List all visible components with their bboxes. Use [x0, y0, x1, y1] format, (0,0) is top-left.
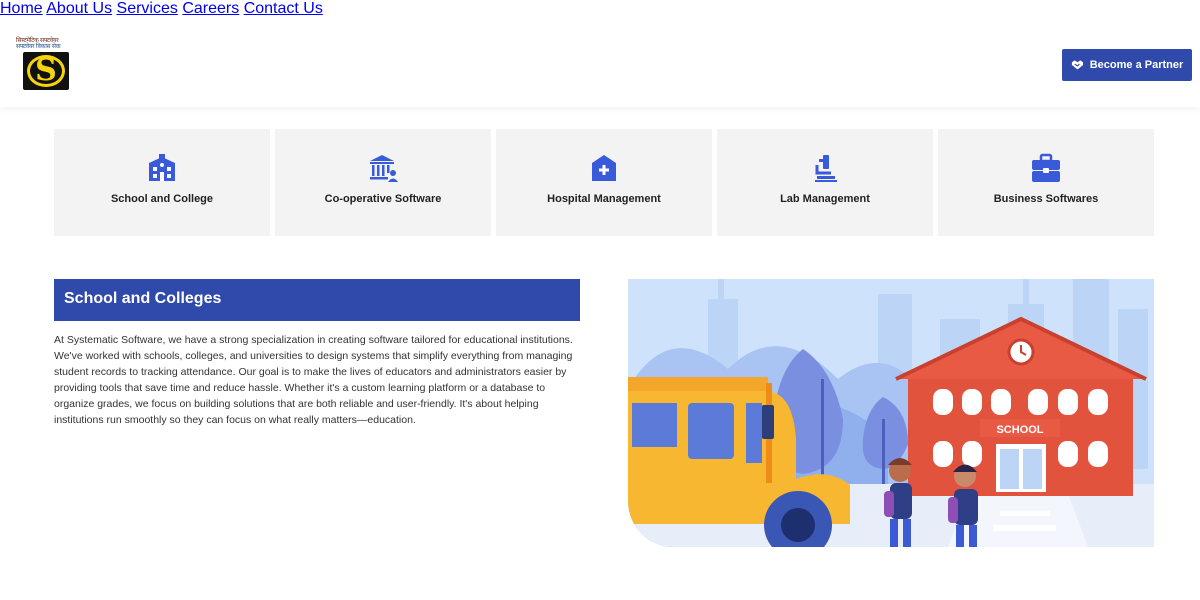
site-logo[interactable]: सिस्टमेटिक सफ्टवेयर सफ्टवेयर विकास सेवा … — [16, 38, 76, 92]
main-nav: Home About Us Services Careers Contact U… — [0, 0, 1200, 18]
section-title: School and Colleges — [54, 279, 580, 321]
nav-about-us[interactable]: About Us — [46, 0, 112, 17]
logo-mark: S — [23, 52, 69, 90]
logo-letter: S — [35, 53, 57, 88]
become-partner-label: Become a Partner — [1089, 59, 1184, 71]
card-label: Lab Management — [780, 193, 870, 205]
card-co-operative-software[interactable]: Co-operative Software — [275, 129, 491, 236]
logo-tagline-2: सफ्टवेयर विकास सेवा — [16, 44, 61, 50]
card-business-softwares[interactable]: Business Softwares — [938, 129, 1154, 236]
card-label: School and College — [110, 193, 214, 205]
hospital-icon — [592, 155, 616, 181]
category-cards: School and College Co-operative Software… — [54, 129, 1154, 236]
school-illustration: SCHOOL — [628, 279, 1154, 547]
microscope-icon — [815, 155, 837, 182]
card-label: Business Softwares — [993, 193, 1099, 205]
nav-home[interactable]: Home — [0, 0, 43, 17]
card-label: Co-operative Software — [324, 193, 442, 205]
school-scene: SCHOOL — [628, 279, 1154, 547]
nav-careers[interactable]: Careers — [182, 0, 239, 17]
card-label: Hospital Management — [547, 193, 661, 205]
section-body: At Systematic Software, we have a strong… — [54, 334, 573, 426]
school-sign: SCHOOL — [996, 424, 1043, 436]
card-lab-management[interactable]: Lab Management — [717, 129, 933, 236]
bank-user-icon — [370, 155, 398, 182]
card-school-and-college[interactable]: School and College — [54, 129, 270, 236]
nav-contact-us[interactable]: Contact Us — [244, 0, 323, 17]
briefcase-icon — [1032, 153, 1060, 182]
handshake-icon — [1071, 60, 1083, 70]
school-building-icon — [149, 154, 175, 181]
become-partner-button[interactable]: Become a Partner — [1062, 49, 1192, 81]
card-hospital-management[interactable]: Hospital Management — [496, 129, 712, 236]
nav-services[interactable]: Services — [117, 0, 178, 17]
site-header: सिस्टमेटिक सफ्टवेयर सफ्टवेयर विकास सेवा … — [0, 0, 1200, 107]
